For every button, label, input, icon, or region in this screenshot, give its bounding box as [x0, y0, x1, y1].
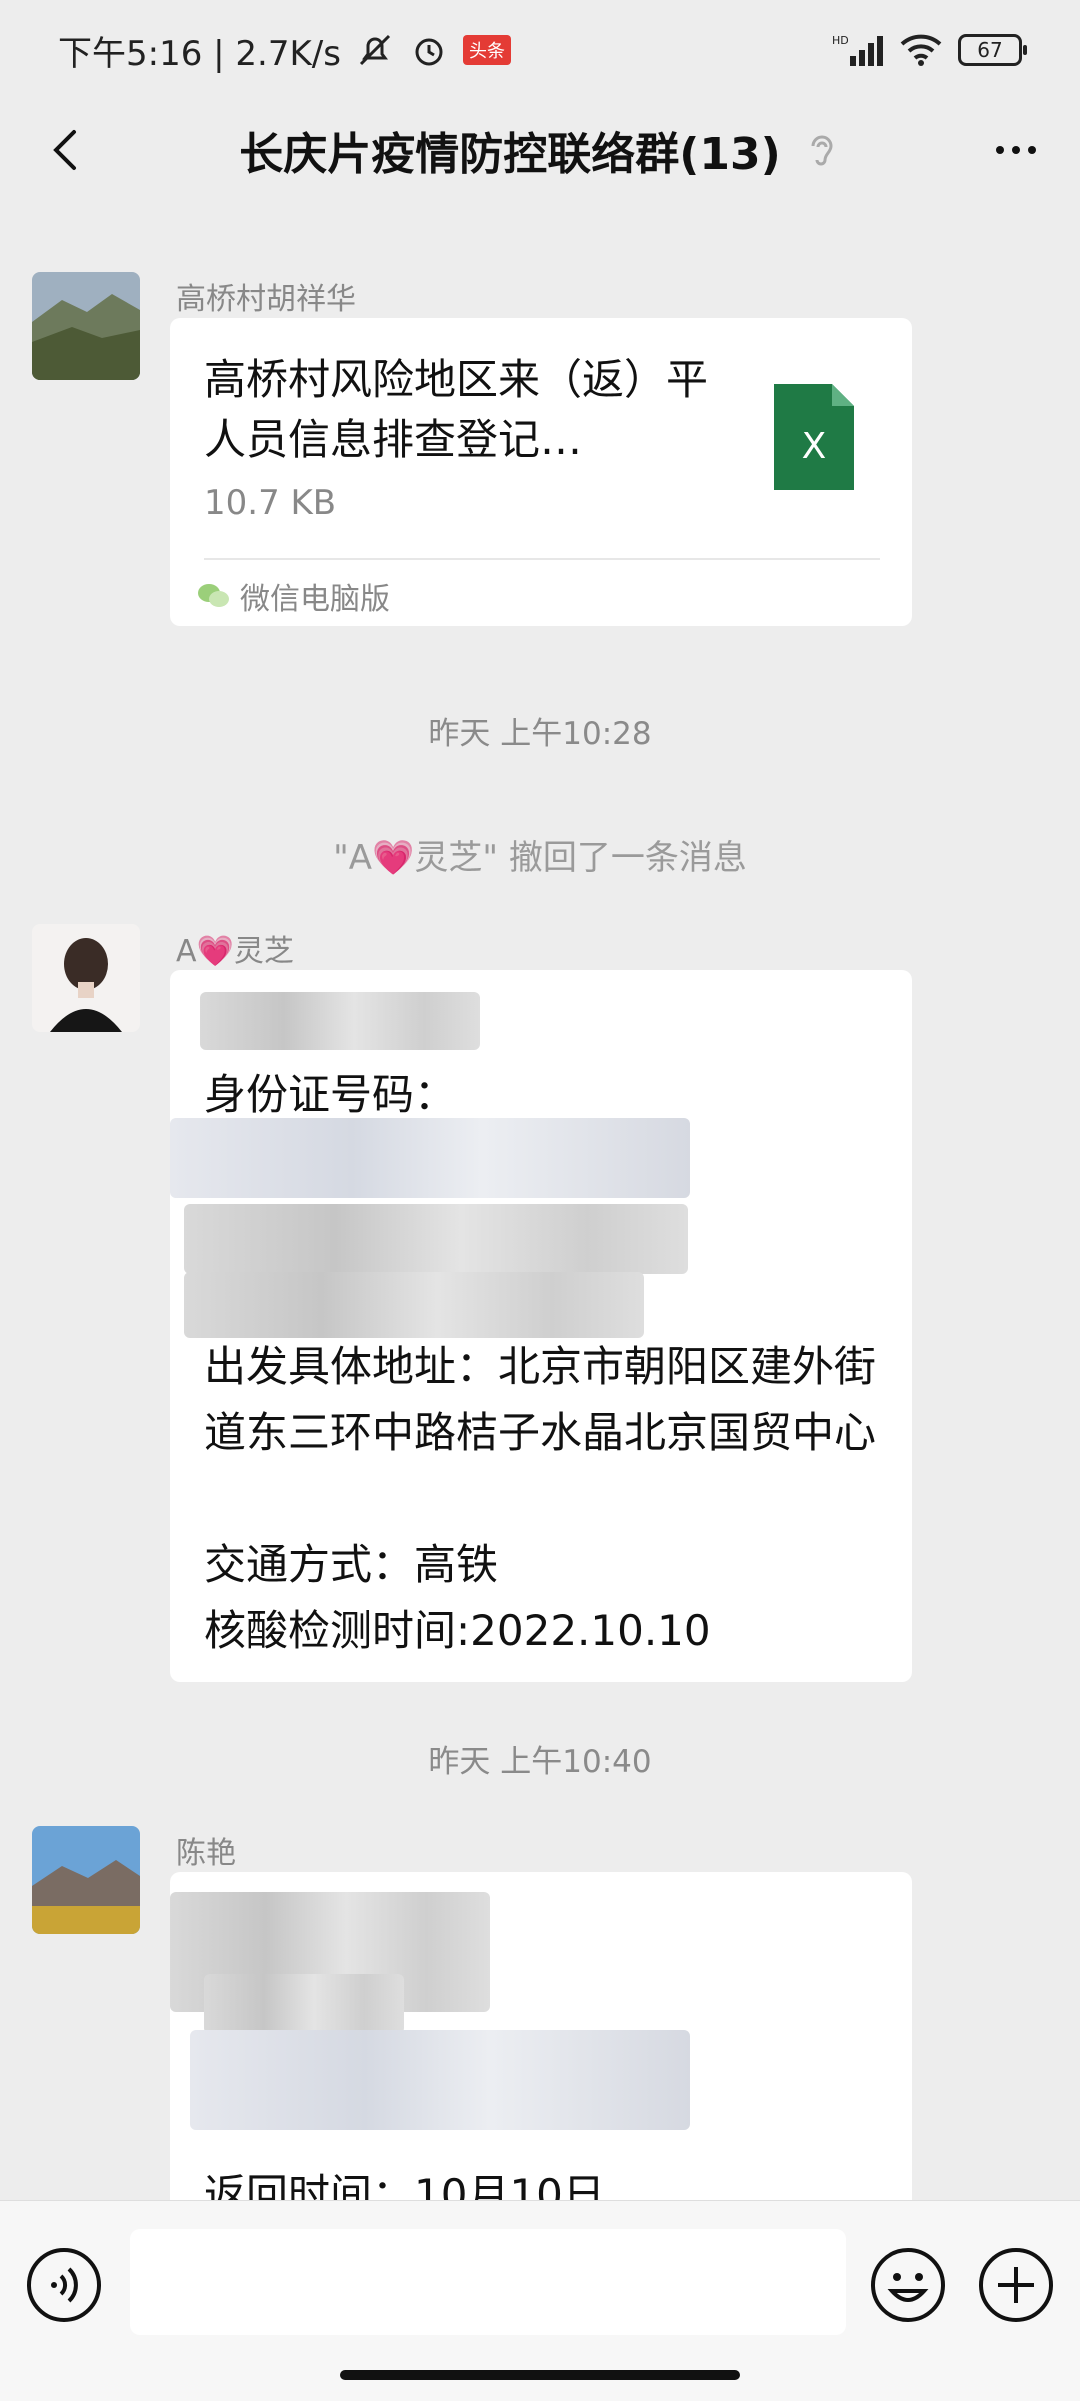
status-left: 下午5:16 | 2.7K/s 头条 — [58, 26, 511, 75]
redacted-blur — [200, 992, 480, 1050]
alarm-icon — [415, 38, 443, 66]
divider — [204, 558, 880, 560]
home-indicator — [340, 2370, 740, 2380]
ear-icon — [811, 135, 833, 166]
avatar[interactable] — [32, 924, 140, 1032]
status-time-speed: 下午5:16 | 2.7K/s — [58, 33, 341, 74]
message-line: 返回时间：10月10日 — [204, 2170, 605, 2200]
more-icon[interactable] — [988, 122, 1044, 178]
avatar-mountain-image — [32, 272, 140, 380]
avatar-woman-image — [32, 924, 140, 1032]
chat-area[interactable]: 高桥村胡祥华 高桥村风险地区来（返）平人员信息排查登记… 10.7 KB X 微… — [0, 200, 1080, 2200]
emoji-icon[interactable] — [868, 2245, 948, 2325]
redacted-blur — [170, 1118, 690, 1198]
file-message[interactable]: 高桥村风险地区来（返）平人员信息排查登记… 10.7 KB X 微信电脑版 — [170, 318, 912, 626]
sender-name: 高桥村胡祥华 — [176, 282, 356, 317]
status-bar: 下午5:16 | 2.7K/s 头条 HD 67 — [0, 0, 1080, 100]
title-bar: 长庆片疫情防控联络群(13) — [0, 100, 1080, 200]
message-line: 交通方式：高铁 — [204, 1540, 499, 1589]
excel-file-icon: X — [774, 384, 854, 490]
recall-notice: "A💗灵芝" 撤回了一条消息 — [333, 838, 747, 878]
file-size: 10.7 KB — [204, 483, 337, 523]
file-name: 高桥村风险地区来（返）平人员信息排查登记… — [204, 355, 709, 464]
battery-icon: 67 — [958, 34, 1027, 66]
avatar[interactable] — [32, 272, 140, 380]
toutiao-badge: 头条 — [462, 35, 511, 65]
message-line: 核酸检测时间:2022.10.10 — [204, 1606, 711, 1655]
chevron-left-icon[interactable] — [40, 122, 96, 178]
timestamp: 昨天 上午10:28 — [428, 716, 652, 752]
signal-icon: HD — [832, 34, 883, 66]
chat-title: 长庆片疫情防控联络群(13) — [239, 129, 781, 180]
plus-icon[interactable] — [976, 2245, 1056, 2325]
text-message[interactable]: 返回时间：10月10日 — [170, 1872, 912, 2200]
message-line: 出发具体地址：北京市朝阳区建外街道东三环中路桔子水晶北京国贸中心 — [204, 1342, 877, 1457]
redacted-blur — [184, 1204, 688, 1274]
redacted-blur — [184, 1272, 644, 1338]
wifi-icon — [900, 34, 942, 66]
wechat-icon — [198, 584, 229, 607]
timestamp: 昨天 上午10:40 — [428, 1744, 652, 1780]
mute-bell-icon — [359, 34, 391, 66]
text-message[interactable]: 身份证号码： 出发具体地址：北京市朝阳区建外街道东三环中路桔子水晶北京国贸中心 … — [170, 970, 912, 1682]
status-right: HD 67 — [832, 32, 1027, 68]
avatar-landscape-image — [32, 1826, 140, 1934]
message-input[interactable] — [130, 2229, 846, 2335]
redacted-blur — [204, 1974, 404, 2034]
voice-icon[interactable] — [24, 2245, 104, 2325]
sender-name: A💗灵芝 — [176, 934, 294, 969]
file-source-label: 微信电脑版 — [240, 582, 390, 617]
avatar[interactable] — [32, 1826, 140, 1934]
redacted-blur — [190, 2030, 690, 2130]
svg-text:X: X — [802, 426, 827, 467]
svg-text:HD: HD — [832, 34, 849, 47]
battery-level: 67 — [977, 38, 1003, 62]
sender-name: 陈艳 — [176, 1836, 236, 1871]
file-source: 微信电脑版 — [196, 568, 390, 624]
